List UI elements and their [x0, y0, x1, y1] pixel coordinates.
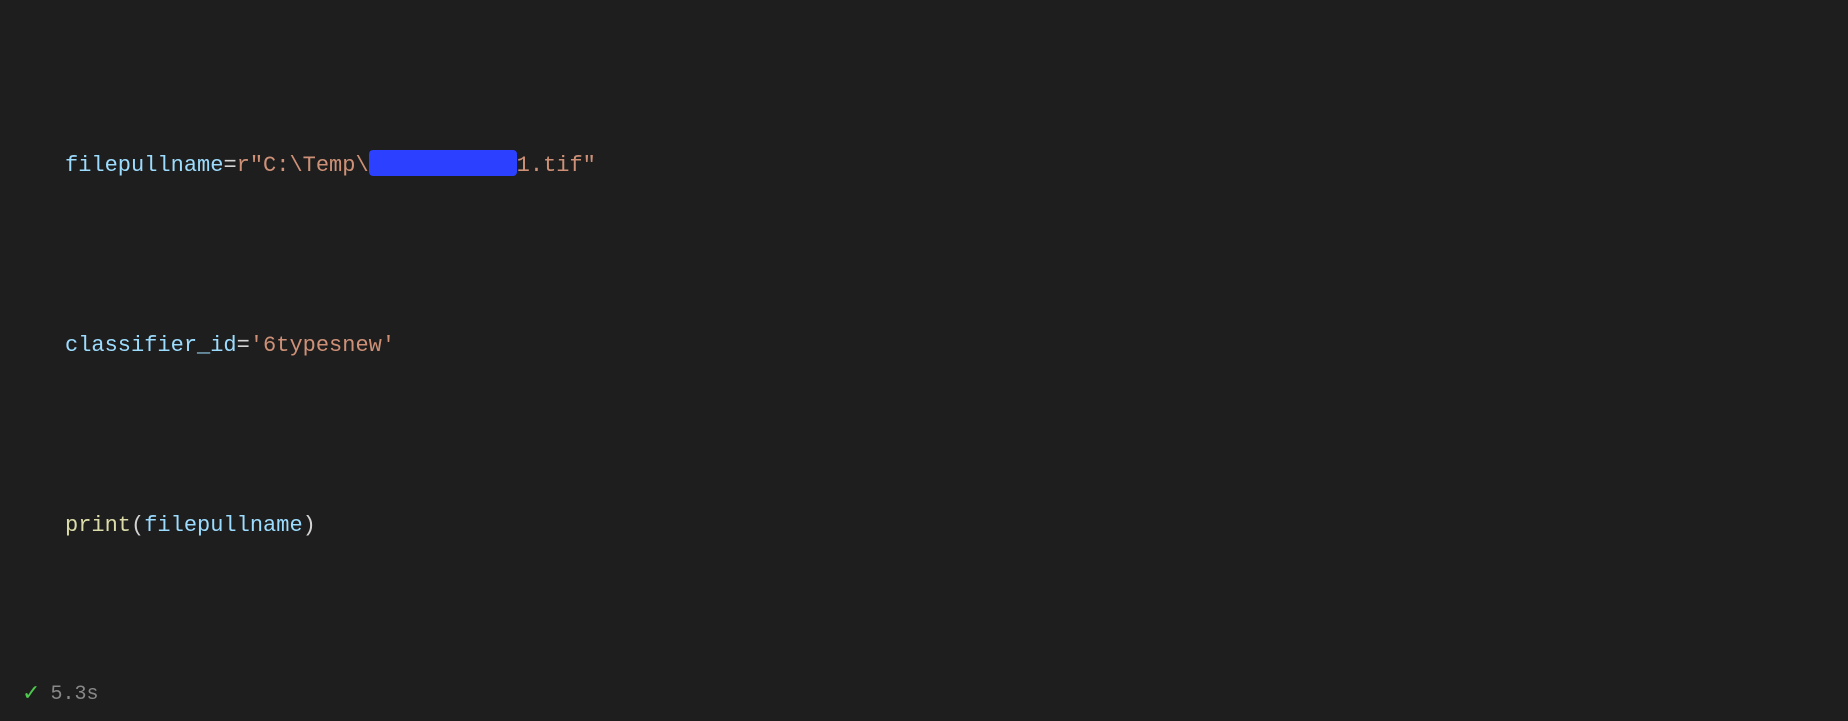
code-editor[interactable]: filepullname=r"C:\Temp\1.tif" classifier…	[0, 0, 1848, 721]
variable: filepullname	[144, 513, 302, 538]
function-call: print	[65, 513, 131, 538]
code-line-blank[interactable]	[65, 688, 1848, 721]
success-check-icon: ✓	[22, 681, 40, 707]
string-literal: "C:\Temp\	[250, 153, 369, 178]
variable: filepullname	[65, 153, 223, 178]
string-literal: '6typesnew'	[250, 333, 395, 358]
operator: =	[223, 153, 236, 178]
code-line[interactable]: classifier_id='6typesnew'	[65, 328, 1848, 364]
string-literal: 1.tif"	[517, 153, 596, 178]
cell-status: ✓ 5.3s	[22, 681, 98, 707]
paren: )	[303, 513, 316, 538]
operator: =	[237, 333, 250, 358]
string-prefix: r	[237, 153, 250, 178]
paren: (	[131, 513, 144, 538]
execution-time: 5.3s	[50, 683, 98, 706]
code-line[interactable]: print(filepullname)	[65, 508, 1848, 544]
code-line[interactable]: filepullname=r"C:\Temp\ 1.tif"	[65, 148, 1848, 184]
redaction	[369, 150, 517, 176]
variable: classifier_id	[65, 333, 237, 358]
